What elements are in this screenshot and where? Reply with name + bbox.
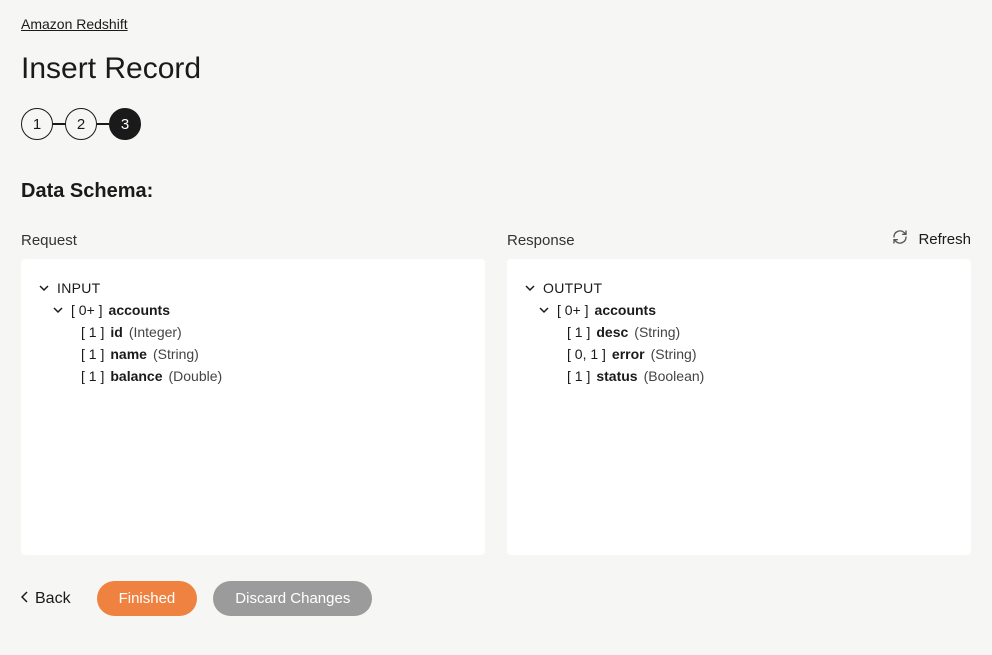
chevron-down-icon[interactable] (523, 283, 537, 293)
cardinality: [ 1 ] (81, 368, 104, 384)
chevron-down-icon[interactable] (37, 283, 51, 293)
step-1[interactable]: 1 (21, 108, 53, 140)
response-column: Response OUTPUT [ 0+ ] accounts [ 1 ] (507, 232, 971, 555)
response-heading: Response (507, 232, 971, 249)
field-name: id (110, 324, 122, 340)
tree-field: [ 1 ] name (String) (81, 343, 469, 365)
cardinality: [ 1 ] (567, 368, 590, 384)
tree-root[interactable]: INPUT (37, 277, 469, 299)
chevron-down-icon[interactable] (51, 305, 65, 315)
request-column: Request INPUT [ 0+ ] accounts [ 1 ] (21, 232, 485, 555)
group-name: accounts (595, 302, 656, 318)
field-type: (String) (634, 324, 680, 340)
cardinality: [ 0, 1 ] (567, 346, 606, 362)
tree-root[interactable]: OUTPUT (523, 277, 955, 299)
request-panel: INPUT [ 0+ ] accounts [ 1 ] id (Integer)… (21, 259, 485, 555)
finished-button[interactable]: Finished (97, 581, 198, 616)
field-type: (Integer) (129, 324, 182, 340)
breadcrumb-link[interactable]: Amazon Redshift (21, 16, 128, 32)
tree-group[interactable]: [ 0+ ] accounts (537, 299, 955, 321)
cardinality: [ 1 ] (81, 324, 104, 340)
field-name: desc (596, 324, 628, 340)
tree-root-label: OUTPUT (543, 280, 602, 296)
tree-group[interactable]: [ 0+ ] accounts (51, 299, 469, 321)
cardinality: [ 1 ] (567, 324, 590, 340)
cardinality: [ 0+ ] (71, 302, 103, 318)
field-type: (String) (153, 346, 199, 362)
chevron-down-icon[interactable] (537, 305, 551, 315)
request-heading: Request (21, 232, 485, 249)
field-name: name (110, 346, 147, 362)
step-connector (97, 123, 109, 125)
tree-field: [ 1 ] balance (Double) (81, 365, 469, 387)
back-button[interactable]: Back (21, 590, 71, 608)
page-title: Insert Record (21, 52, 971, 86)
field-name: balance (110, 368, 162, 384)
step-2[interactable]: 2 (65, 108, 97, 140)
group-name: accounts (109, 302, 170, 318)
back-label: Back (35, 590, 71, 608)
wizard-stepper: 1 2 3 (21, 108, 971, 140)
section-heading: Data Schema: (21, 180, 971, 203)
step-connector (53, 123, 65, 125)
field-name: status (596, 368, 637, 384)
field-type: (String) (651, 346, 697, 362)
footer-actions: Back Finished Discard Changes (21, 581, 971, 616)
field-name: error (612, 346, 645, 362)
discard-button[interactable]: Discard Changes (213, 581, 372, 616)
cardinality: [ 1 ] (81, 346, 104, 362)
tree-field: [ 1 ] desc (String) (567, 321, 955, 343)
tree-field: [ 1 ] id (Integer) (81, 321, 469, 343)
field-type: (Boolean) (644, 368, 705, 384)
response-panel: OUTPUT [ 0+ ] accounts [ 1 ] desc (Strin… (507, 259, 971, 555)
tree-field: [ 0, 1 ] error (String) (567, 343, 955, 365)
chevron-left-icon (21, 590, 29, 608)
field-type: (Double) (169, 368, 223, 384)
tree-field: [ 1 ] status (Boolean) (567, 365, 955, 387)
tree-root-label: INPUT (57, 280, 101, 296)
cardinality: [ 0+ ] (557, 302, 589, 318)
step-3[interactable]: 3 (109, 108, 141, 140)
